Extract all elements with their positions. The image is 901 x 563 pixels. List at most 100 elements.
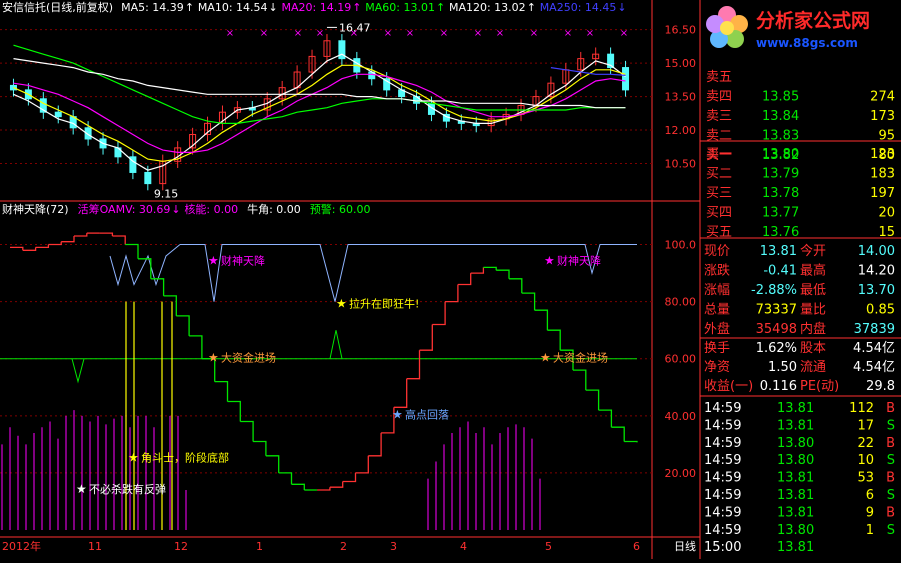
watermark: 分析家公式网 www.88gs.com (700, 4, 900, 54)
indicator-tick-label: 100.0 (665, 239, 697, 252)
star-icon: ★ (540, 351, 551, 365)
oamv-step (368, 432, 382, 457)
bid-volume: 197 (870, 186, 895, 201)
x-axis-label: 12 (174, 540, 188, 553)
candle-body (54, 111, 62, 118)
top-legend-item: 安信信托(日线,前复权) (2, 0, 113, 14)
oamv-step (457, 273, 472, 286)
tick-side: B (886, 436, 895, 451)
oamv-step (99, 232, 114, 236)
x-axis-label: 1 (256, 540, 263, 553)
oamv-step (406, 350, 421, 380)
indicator-legend-item: 牛角: 0.00 (247, 202, 301, 216)
ask-label: 卖三 (706, 109, 732, 124)
gaodian-label: 高点回落 (405, 408, 449, 422)
oamv-step (317, 487, 331, 491)
tick-volume: 1 (866, 523, 874, 538)
x-axis-label: 4 (460, 540, 467, 553)
lashen-label: 拉升在即狂牛! (349, 296, 419, 310)
stat-value: -2.88% (751, 283, 797, 298)
oamv-step (74, 233, 88, 237)
ask-price: 13.84 (762, 109, 799, 124)
oamv-step (496, 269, 510, 279)
jiaodou-label: 角斗士，阶段底部 (141, 450, 229, 464)
oamv-step (189, 335, 203, 359)
stat-label: 内盘 (800, 321, 826, 337)
oamv-step (112, 235, 126, 245)
bid-label: 买三 (706, 186, 732, 201)
stat-value: 73337 (756, 303, 797, 318)
stat-value: 14.20 (858, 264, 895, 279)
top-legend-item: MA20: 14.19 (282, 1, 352, 14)
stat-label: 换手 (704, 341, 730, 356)
indicator-tick-label: 40.00 (665, 410, 697, 423)
ma-cross-marker: × (294, 28, 302, 39)
indicator-tick-label: 20.00 (665, 467, 697, 480)
high-annotation: 16.47 (339, 21, 371, 34)
tick-volume: 112 (849, 401, 874, 416)
stat-label: 今开 (800, 243, 826, 259)
indicator-legend-item: 活筹OAMV: 30.69 (78, 202, 171, 216)
flower-logo-icon (706, 6, 748, 48)
ma-cross-marker: × (620, 28, 628, 39)
chart-canvas[interactable]: 16.5015.0013.5012.0010.50× × × × × × × × × × × × × ×1… (0, 0, 901, 559)
tick-price: 13.81 (777, 505, 814, 520)
top-legend-item: MA120: 13.02 (449, 1, 526, 14)
oamv-step (585, 389, 600, 411)
price-tick-label: 12.00 (665, 124, 697, 137)
tick-volume: 10 (857, 453, 874, 468)
top-legend-item: MA10: 14.54 (198, 1, 268, 14)
tick-volume: 6 (866, 488, 874, 503)
price-tick-label: 15.00 (665, 57, 697, 70)
oamv-step (61, 236, 75, 243)
price-tick-label: 16.50 (665, 24, 697, 37)
ma-cross-marker: × (530, 28, 538, 39)
tick-side: B (886, 401, 895, 416)
tick-side: B (886, 505, 895, 520)
dazijin-label: 大资金进场 (553, 351, 608, 365)
oamv-step (125, 243, 139, 259)
indicator-legend-item: 财神天降(72) (2, 202, 69, 216)
stat-value: 14.00 (858, 244, 895, 259)
stat-value: 1.50 (768, 360, 797, 375)
stat-label: 流通 (800, 360, 826, 375)
stat-value: 29.8 (866, 379, 895, 394)
tick-volume: 9 (866, 505, 874, 520)
ma-cross-marker: × (384, 28, 392, 39)
oamv-step (278, 472, 293, 485)
stat-label: 最低 (800, 283, 826, 298)
price-tick-label: 13.50 (665, 91, 697, 104)
stat-value: 0.85 (866, 303, 895, 318)
top-legend-item: MA60: 13.01 (365, 1, 435, 14)
price-tick-label: 10.50 (665, 158, 697, 171)
stat-label: 量比 (800, 303, 826, 318)
x-axis-label: 6 (633, 540, 640, 553)
stat-label: PE(动) (800, 379, 839, 394)
tick-price: 13.81 (777, 540, 814, 555)
oamv-step (509, 278, 523, 294)
oamv-step (624, 440, 638, 443)
stat-label: 现价 (704, 244, 730, 259)
oamv-step (10, 246, 24, 251)
bid-price: 13.77 (762, 206, 799, 221)
legend-arrow-icon: ↓ (269, 1, 278, 14)
dazijin-label: 大资金进场 (221, 351, 276, 365)
ma-cross-marker: × (440, 28, 448, 39)
tick-volume: 53 (857, 471, 874, 486)
star-icon: ★ (208, 351, 219, 365)
stat-label: 外盘 (704, 321, 730, 337)
bid-volume: 123 (870, 147, 895, 162)
stat-label: 涨跌 (704, 263, 730, 279)
stat-label: 股本 (800, 341, 826, 356)
oamv-step (214, 380, 229, 402)
tick-price: 13.81 (777, 488, 814, 503)
tick-time: 15:00 (704, 540, 741, 555)
tick-time: 14:59 (704, 471, 741, 486)
period-label: 日线 (674, 539, 696, 553)
stat-label: 涨幅 (704, 283, 730, 298)
oamv-step (483, 266, 497, 271)
oamv-step (48, 241, 62, 246)
ma-line-ma60 (13, 44, 626, 124)
tick-side: S (887, 488, 895, 503)
legend-arrow-icon: ↑ (352, 1, 361, 14)
